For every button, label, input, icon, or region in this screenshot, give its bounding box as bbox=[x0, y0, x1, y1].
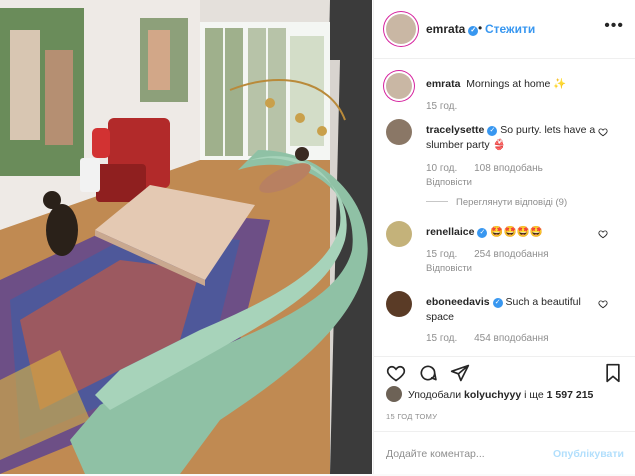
caption-username[interactable]: emrata bbox=[426, 78, 460, 90]
comment-text: renellaice ✓ 🤩🤩🤩🤩 bbox=[426, 225, 606, 240]
comment-emoji: 👙 bbox=[492, 139, 506, 151]
liked-by-middle: і ще bbox=[524, 389, 544, 401]
caption-avatar[interactable] bbox=[386, 73, 412, 99]
liked-by-prefix: Уподобали bbox=[408, 389, 462, 401]
comment-meta: 15 год. 254 вподобання bbox=[426, 249, 563, 260]
caption-text: emrata Mornings at home ✨ bbox=[426, 77, 606, 92]
bookmark-icon[interactable] bbox=[604, 363, 622, 383]
comment-likes[interactable]: 108 вподобань bbox=[474, 163, 543, 174]
post-photo[interactable] bbox=[0, 0, 372, 474]
view-replies-button[interactable]: Переглянути відповіді (9) bbox=[426, 197, 567, 208]
comment-item: tracelysette ✓ So purty. lets have a slum… bbox=[386, 117, 626, 208]
reply-button[interactable]: Відповісти bbox=[426, 263, 472, 274]
caption-emoji: ✨ bbox=[553, 78, 567, 90]
caption-time: 15 год. bbox=[426, 101, 458, 112]
caption-item: emrata Mornings at home ✨ 15 год. bbox=[386, 71, 626, 121]
heart-icon[interactable] bbox=[598, 299, 608, 309]
comment-item: renellaice ✓ 🤩🤩🤩🤩 15 год. 254 вподобання … bbox=[386, 219, 626, 279]
verified-icon: ✓ bbox=[487, 126, 498, 136]
likes-count[interactable]: 1 597 215 bbox=[547, 389, 594, 401]
caption-body: Mornings at home bbox=[466, 78, 551, 90]
post-side-panel: emrata ✓ • Стежити ••• emrata Mornings at… bbox=[373, 0, 635, 474]
caption-meta: 15 год. bbox=[426, 101, 471, 112]
comment-username[interactable]: tracelysette bbox=[426, 124, 484, 136]
header-separator: • bbox=[478, 21, 483, 35]
comment-icon[interactable] bbox=[418, 363, 438, 383]
verified-icon: ✓ bbox=[477, 228, 488, 238]
post-time-ago[interactable]: 15 ГОД ТОМУ bbox=[386, 412, 437, 421]
heart-icon[interactable] bbox=[386, 363, 406, 383]
liker-avatar[interactable] bbox=[386, 386, 402, 402]
comment-text: eboneedavis ✓ Such a beautiful space bbox=[426, 295, 606, 325]
comment-username[interactable]: eboneedavis bbox=[426, 296, 490, 308]
author-avatar[interactable] bbox=[386, 14, 416, 44]
likes-text: Уподобали kolyuchyyy і ще 1 597 215 bbox=[408, 389, 593, 401]
comment-time: 15 год. bbox=[426, 249, 458, 260]
author-username[interactable]: emrata ✓ bbox=[426, 22, 479, 36]
author-username-text[interactable]: emrata bbox=[426, 22, 465, 36]
more-icon[interactable]: ••• bbox=[604, 17, 624, 35]
heart-icon[interactable] bbox=[598, 229, 608, 239]
verified-icon: ✓ bbox=[468, 26, 479, 36]
heart-icon[interactable] bbox=[598, 127, 608, 137]
comment-meta: 10 год. 108 вподобань bbox=[426, 163, 557, 174]
comment-time: 10 год. bbox=[426, 163, 458, 174]
comments-list[interactable]: emrata Mornings at home ✨ 15 год. tracel… bbox=[374, 59, 635, 355]
comment-avatar[interactable] bbox=[386, 221, 412, 247]
comment-avatar[interactable] bbox=[386, 119, 412, 145]
comment-time: 15 год. bbox=[426, 333, 458, 344]
comment-likes[interactable]: 454 вподобання bbox=[474, 333, 548, 344]
comment-input[interactable]: Додайте коментар... bbox=[386, 448, 485, 460]
comment-body: 🤩🤩🤩🤩 bbox=[490, 226, 543, 238]
post-actions: Уподобали kolyuchyyy і ще 1 597 215 15 Г… bbox=[374, 356, 635, 475]
add-comment-bar: Додайте коментар... Опублікувати bbox=[374, 431, 635, 476]
liked-by-user[interactable]: kolyuchyyy bbox=[464, 389, 521, 401]
comment-meta: 15 год. 454 вподобання bbox=[426, 333, 563, 344]
share-icon[interactable] bbox=[450, 363, 470, 383]
comment-username[interactable]: renellaice bbox=[426, 226, 474, 238]
comment-avatar[interactable] bbox=[386, 291, 412, 317]
post-dialog: emrata ✓ • Стежити ••• emrata Mornings at… bbox=[0, 0, 635, 474]
reply-button[interactable]: Відповісти bbox=[426, 177, 472, 188]
publish-button[interactable]: Опублікувати bbox=[553, 448, 624, 460]
living-room-photo bbox=[0, 0, 372, 474]
comment-text: tracelysette ✓ So purty. lets have a slum… bbox=[426, 123, 606, 153]
post-header: emrata ✓ • Стежити ••• bbox=[374, 0, 635, 59]
comment-item: eboneedavis ✓ Such a beautiful space 15 г… bbox=[386, 289, 626, 349]
comment-likes[interactable]: 254 вподобання bbox=[474, 249, 548, 260]
verified-icon: ✓ bbox=[492, 298, 503, 308]
follow-button[interactable]: Стежити bbox=[485, 22, 535, 36]
